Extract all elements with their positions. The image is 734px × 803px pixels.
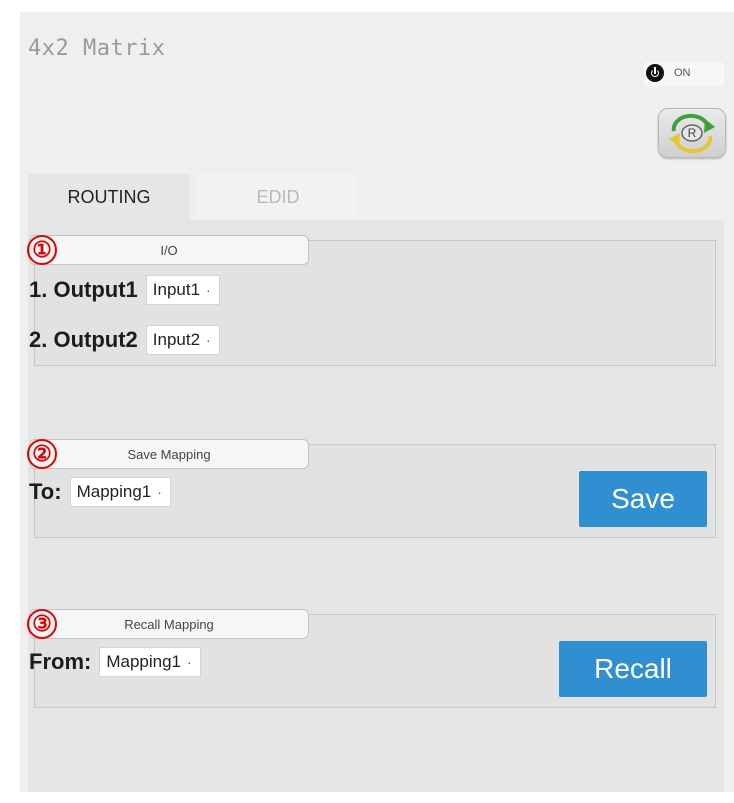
io-group: I/O ① 1. Output1 Input1 · 2. Output2 Inp… xyxy=(27,235,716,366)
marker-3: ③ xyxy=(27,609,57,639)
recall-mapping-group: Recall Mapping ③ From: Mapping1 · Recall xyxy=(27,609,716,708)
output2-select[interactable]: Input2 · xyxy=(145,325,220,355)
dropdown-dot-icon: · xyxy=(157,484,162,500)
dropdown-dot-icon: · xyxy=(187,654,192,670)
save-mapping-value: Mapping1 xyxy=(76,482,152,501)
routing-content: I/O ① 1. Output1 Input1 · 2. Output2 Inp… xyxy=(27,220,724,792)
refresh-icon: R xyxy=(669,113,715,154)
tab-edid[interactable]: EDID xyxy=(198,174,358,220)
recall-mapping-select[interactable]: Mapping1 · xyxy=(99,647,201,677)
recall-mapping-legend: Recall Mapping xyxy=(29,609,309,639)
output2-label: 2. Output2 xyxy=(29,327,138,352)
recall-mapping-value: Mapping1 xyxy=(106,652,181,671)
page-title: 4x2 Matrix xyxy=(28,36,166,61)
marker-1: ① xyxy=(27,235,57,265)
power-label: ON xyxy=(674,67,691,79)
output1-select[interactable]: Input1 · xyxy=(145,275,220,305)
tab-routing[interactable]: ROUTING xyxy=(28,174,190,220)
recall-from-label: From: xyxy=(29,649,92,674)
save-mapping-group: Save Mapping ② To: Mapping1 · Save xyxy=(27,439,716,538)
output2-row: 2. Output2 Input2 · xyxy=(29,325,220,355)
save-mapping-row: To: Mapping1 · xyxy=(29,477,171,507)
refresh-button[interactable]: R xyxy=(658,108,726,158)
power-icon xyxy=(646,64,664,82)
power-toggle[interactable]: ON xyxy=(644,62,724,86)
save-button[interactable]: Save xyxy=(579,471,707,527)
save-to-label: To: xyxy=(29,479,62,504)
output1-row: 1. Output1 Input1 · xyxy=(29,275,220,305)
recall-button[interactable]: Recall xyxy=(559,641,707,697)
refresh-label: R xyxy=(688,126,697,140)
dropdown-dot-icon: · xyxy=(206,282,211,298)
output1-value: Input1 xyxy=(152,280,201,299)
output2-value: Input2 xyxy=(152,330,201,349)
io-legend: I/O xyxy=(29,235,309,265)
save-mapping-legend: Save Mapping xyxy=(29,439,309,469)
output1-label: 1. Output1 xyxy=(29,277,138,302)
marker-2: ② xyxy=(27,439,57,469)
save-mapping-select[interactable]: Mapping1 · xyxy=(69,477,171,507)
recall-mapping-row: From: Mapping1 · xyxy=(29,647,201,677)
dropdown-dot-icon: · xyxy=(206,332,211,348)
